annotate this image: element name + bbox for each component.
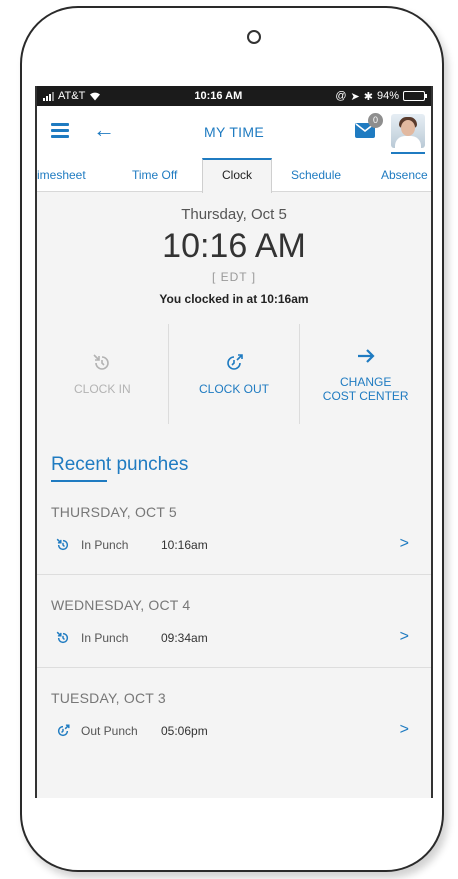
in-punch-icon [56,538,69,551]
section-underline [51,480,107,482]
menu-icon[interactable] [51,123,69,138]
tab-timesheet[interactable]: imesheet [37,158,86,192]
avatar-underline [391,152,425,154]
divider [37,574,431,575]
punch-time: 09:34am [161,631,208,645]
punch-group-0: THURSDAY, OCT 5 In Punch 10:16am > [37,504,431,575]
punch-row[interactable]: In Punch 10:16am > [37,528,431,562]
clock-out-button[interactable]: CLOCK OUT [167,324,300,424]
speaker [247,30,261,44]
clock-out-label: CLOCK OUT [199,382,270,396]
punch-group-1: WEDNESDAY, OCT 4 In Punch 09:34am > [37,597,431,668]
mail-icon[interactable]: 0 [355,113,383,138]
change-cost-center-label: CHANGE COST CENTER [322,375,409,403]
carrier: AT&T [58,90,86,102]
arrow-right-icon [357,349,375,363]
tab-clock[interactable]: Clock [202,158,272,193]
divider [37,667,431,668]
wifi-icon [90,92,101,101]
punch-type: In Punch [81,538,129,552]
day-header: TUESDAY, OCT 3 [51,690,166,706]
tab-schedule[interactable]: Schedule [291,158,341,192]
change-cost-center-button[interactable]: CHANGE COST CENTER [299,324,431,424]
out-punch-icon [57,724,70,737]
lock-rotation-icon: @ [335,90,347,102]
clock-time: 10:16 AM [162,227,306,265]
punch-type: Out Punch [81,724,138,738]
chevron-right-icon[interactable]: > [400,721,409,739]
tab-absence[interactable]: Absence [381,158,428,192]
punch-group-2: TUESDAY, OCT 3 Out Punch 05:06pm > [37,690,431,748]
recent-punches-title: Recent punches [51,454,189,475]
screen: AT&T 10:16 AM @ ➤ ✱ 94% ← MY TIME 0 imes… [35,86,433,798]
tab-bar: imesheet Time Off Clock Schedule Absence [37,158,431,193]
battery-icon [402,91,427,101]
clock-status: You clocked in at 10:16am [159,292,309,306]
clock-date: Thursday, Oct 5 [181,206,287,223]
chevron-right-icon[interactable]: > [400,535,409,553]
status-right: @ ➤ ✱ 94% [335,90,427,103]
chevron-right-icon[interactable]: > [400,628,409,646]
signal-icon [43,91,54,101]
avatar[interactable] [391,114,425,148]
battery-percent: 94% [376,90,399,102]
clock-in-icon [93,354,110,370]
clock-out-icon [227,354,243,370]
status-bar: AT&T 10:16 AM @ ➤ ✱ 94% [37,86,431,106]
punch-row[interactable]: In Punch 09:34am > [37,621,431,655]
bluetooth-icon: ✱ [363,90,373,103]
in-punch-icon [56,631,69,644]
status-time: 10:16 AM [194,90,243,102]
app-header: ← MY TIME 0 [37,106,431,158]
punch-row[interactable]: Out Punch 05:06pm > [37,714,431,748]
clock-timezone: [ EDT ] [211,270,257,284]
day-header: THURSDAY, OCT 5 [51,504,177,520]
clock-in-label: CLOCK IN [73,382,131,396]
tab-time-off[interactable]: Time Off [132,158,177,192]
punch-time: 05:06pm [161,724,208,738]
punch-time: 10:16am [161,538,208,552]
clock-actions: CLOCK IN CLOCK OUT CHANGE COST CENTER [37,324,431,424]
day-header: WEDNESDAY, OCT 4 [51,597,191,613]
clock-in-button[interactable]: CLOCK IN [37,324,168,424]
location-icon: ➤ [350,90,360,103]
mail-badge: 0 [368,113,383,128]
back-arrow-icon[interactable]: ← [93,117,115,143]
status-left: AT&T [43,90,101,102]
punch-type: In Punch [81,631,129,645]
